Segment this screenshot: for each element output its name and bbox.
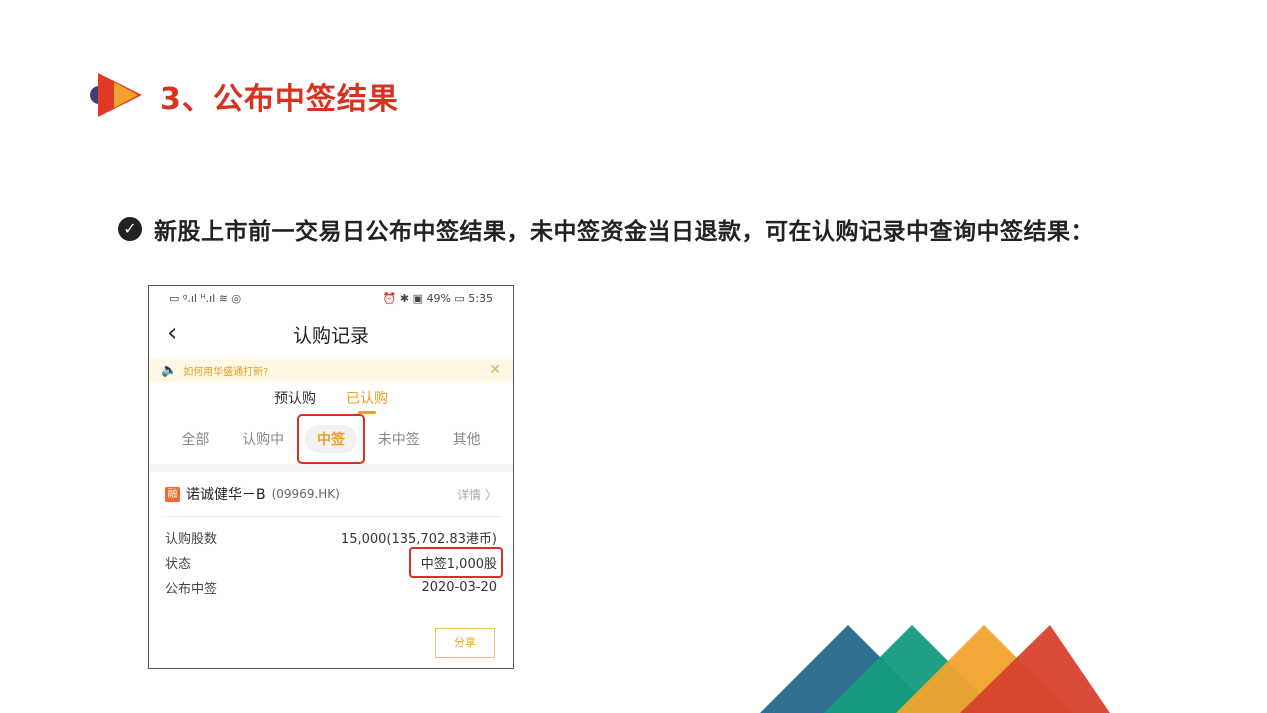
section-gap [149, 464, 513, 472]
stock-name: 诺诚健华－B [186, 487, 266, 503]
tab-subscribed[interactable]: 已认购 [346, 388, 388, 414]
notice-text[interactable]: 如何用华盛通打新? [183, 363, 489, 378]
filter-tab-allotted[interactable]: 中签 [296, 414, 365, 464]
status-left: ▭ ᵍ.ıl ᴴ.ıl ≋ ◎ [169, 291, 242, 305]
filter-tabs: 全部 认购中 中签 未中签 其他 [149, 414, 513, 464]
info-row-status: 状态 中签1,000股 [165, 547, 504, 578]
stock-code: (09969.HK) [271, 487, 340, 501]
value-status: 中签1,000股 [408, 547, 504, 578]
subtabs: 预认购 已认购 [149, 382, 513, 414]
speaker-icon: 🔈 [161, 362, 178, 378]
label-announce-date: 公布中签 [165, 582, 218, 597]
share-button[interactable]: 分享 [435, 628, 495, 658]
close-icon[interactable]: ✕ [489, 362, 501, 378]
back-chevron-icon[interactable]: ‹ [167, 318, 177, 348]
decorative-triangles [760, 625, 1110, 713]
filter-tab-other[interactable]: 其他 [441, 425, 493, 453]
page-title: 认购记录 [292, 324, 369, 347]
filter-tab-all[interactable]: 全部 [169, 425, 221, 453]
status-right: ⏰ ✱ ▣ 49% ▭ 5:35 [382, 291, 493, 305]
margin-badge-icon: 融 [165, 486, 180, 502]
phone-screenshot: ▭ ᵍ.ıl ᴴ.ıl ≋ ◎ ⏰ ✱ ▣ 49% ▭ 5:35 ‹ 认购记录 … [148, 285, 514, 669]
filter-tab-subscribing[interactable]: 认购中 [230, 425, 296, 453]
status-bar: ▭ ᵍ.ıl ᴴ.ıl ≋ ◎ ⏰ ✱ ▣ 49% ▭ 5:35 [149, 286, 513, 310]
stock-row[interactable]: 融 诺诚健华－B (09969.HK) 详情 〉 [149, 472, 513, 516]
detail-link[interactable]: 详情 〉 [457, 486, 497, 503]
slide-header: 3、公布中签结果 [88, 72, 399, 120]
label-status: 状态 [165, 557, 192, 572]
description-text: 新股上市前一交易日公布中签结果，未中签资金当日退款，可在认购记录中查询中签结果： [154, 219, 1094, 245]
label-shares: 认购股数 [165, 532, 218, 547]
value-shares: 15,000(135,702.83港币) [340, 532, 497, 547]
subscription-info: 认购股数 15,000(135,702.83港币) 状态 中签1,000股 公布… [149, 517, 513, 600]
check-circle-icon: ✓ [118, 217, 142, 241]
arrow-bullet-icon [88, 72, 152, 120]
tab-pre-subscribe[interactable]: 预认购 [274, 388, 316, 408]
value-announce-date: 2020-03-20 [421, 580, 497, 595]
description-row: ✓ 新股上市前一交易日公布中签结果，未中签资金当日退款，可在认购记录中查询中签结… [118, 212, 1094, 246]
nav-bar: ‹ 认购记录 [149, 310, 513, 358]
notice-bar[interactable]: 🔈 如何用华盛通打新? ✕ [149, 358, 513, 382]
info-row-announce-date: 公布中签 2020-03-20 [165, 575, 497, 600]
slide-title: 3、公布中签结果 [160, 82, 399, 117]
filter-tab-not-allotted[interactable]: 未中签 [366, 425, 432, 453]
